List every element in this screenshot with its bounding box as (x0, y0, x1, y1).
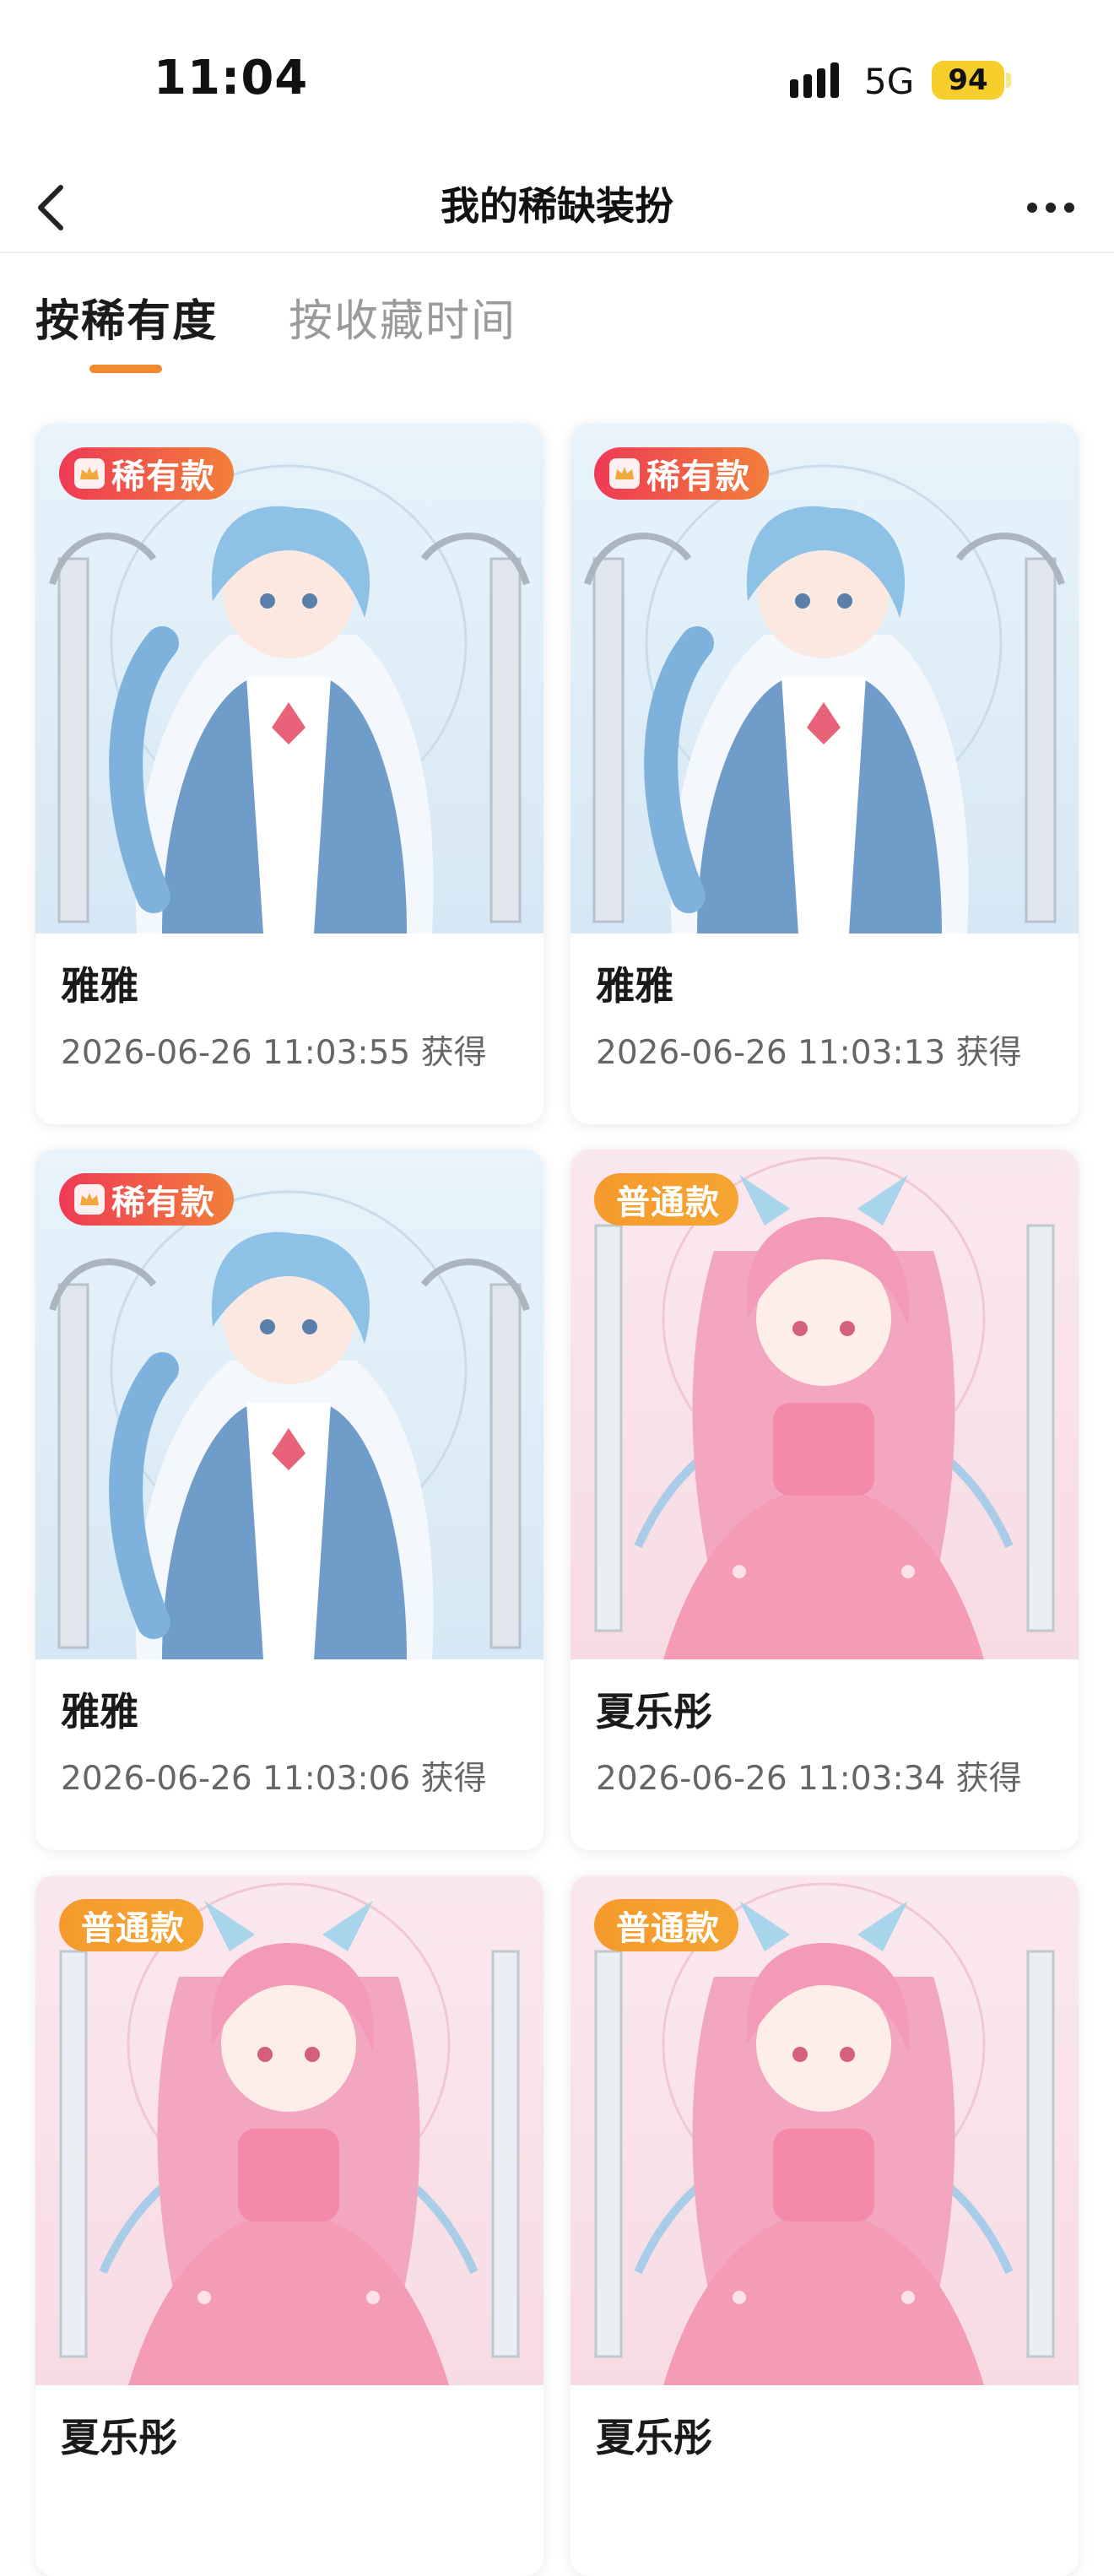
page-title: 我的稀缺装扮 (441, 183, 673, 229)
tab-by-rarity[interactable]: 按稀有度 (35, 285, 218, 349)
costume-name: 夏乐彤 (61, 2415, 177, 2460)
costume-artwork (571, 424, 1079, 934)
rarity-badge-label: 普通款 (616, 1183, 720, 1222)
costume-card[interactable]: 普通款 夏乐彤 (35, 1875, 543, 2576)
chevron-left-icon (38, 185, 63, 230)
obtained-time: 2026-06-26 11:03:06 获得 (61, 1760, 487, 1798)
obtained-time: 2026-06-26 11:03:55 获得 (61, 1034, 487, 1072)
back-button[interactable] (19, 176, 83, 240)
more-dot-icon (1064, 203, 1074, 213)
costume-card[interactable]: 普通款 夏乐彤 (571, 1875, 1079, 2576)
costume-name: 夏乐彤 (596, 1689, 712, 1734)
more-button[interactable] (1013, 176, 1089, 240)
rarity-badge: 普通款 (594, 1173, 738, 1226)
costume-artwork (35, 1150, 543, 1659)
rarity-badge: 稀有款 (59, 1173, 234, 1226)
rarity-badge: 普通款 (594, 1899, 738, 1951)
rarity-badge-label: 稀有款 (111, 457, 215, 496)
costume-name: 雅雅 (61, 963, 138, 1009)
rarity-badge-label: 普通款 (616, 1909, 720, 1948)
costume-artwork (571, 1150, 1079, 1659)
costume-card[interactable]: 稀有款 雅雅 2026-06-26 11:03:55 获得 (35, 424, 543, 1124)
sort-tabs: 按稀有度 按收藏时间 (0, 253, 1114, 388)
costume-artwork (35, 424, 543, 934)
obtained-time: 2026-06-26 11:03:13 获得 (596, 1034, 1022, 1072)
obtained-time: 2026-06-26 11:03:34 获得 (596, 1760, 1022, 1798)
network-label: 5G (864, 61, 915, 102)
status-time: 11:04 (154, 51, 309, 106)
costume-card[interactable]: 稀有款 雅雅 2026-06-26 11:03:13 获得 (571, 424, 1079, 1124)
signal-icon (790, 62, 839, 98)
costume-name: 雅雅 (596, 963, 673, 1009)
rarity-badge-label: 稀有款 (646, 457, 750, 496)
more-dot-icon (1027, 203, 1037, 213)
crown-icon (74, 1184, 105, 1215)
costume-artwork (35, 1875, 543, 2385)
tab-by-collect-time[interactable]: 按收藏时间 (289, 285, 516, 349)
costume-name: 夏乐彤 (596, 2415, 712, 2460)
rarity-badge: 稀有款 (59, 447, 234, 500)
rarity-badge: 稀有款 (594, 447, 769, 500)
nav-bar: 我的稀缺装扮 (0, 160, 1114, 253)
crown-icon (609, 458, 640, 489)
costume-grid: 稀有款 雅雅 2026-06-26 11:03:55 获得 稀有款 雅雅 202… (35, 424, 1079, 2576)
active-tab-indicator (89, 365, 162, 373)
crown-icon (74, 458, 105, 489)
rarity-badge-label: 稀有款 (111, 1183, 215, 1222)
costume-card[interactable]: 稀有款 雅雅 2026-06-26 11:03:06 获得 (35, 1150, 543, 1850)
more-dot-icon (1046, 203, 1056, 213)
costume-name: 雅雅 (61, 1689, 138, 1734)
rarity-badge: 普通款 (59, 1899, 203, 1951)
battery-tip (1006, 73, 1011, 88)
status-bar: 11:04 5G 94 (0, 0, 1114, 160)
costume-artwork (571, 1875, 1079, 2385)
battery-indicator: 94 (932, 61, 1004, 100)
rarity-badge-label: 普通款 (81, 1909, 185, 1948)
costume-card[interactable]: 普通款 夏乐彤 2026-06-26 11:03:34 获得 (571, 1150, 1079, 1850)
